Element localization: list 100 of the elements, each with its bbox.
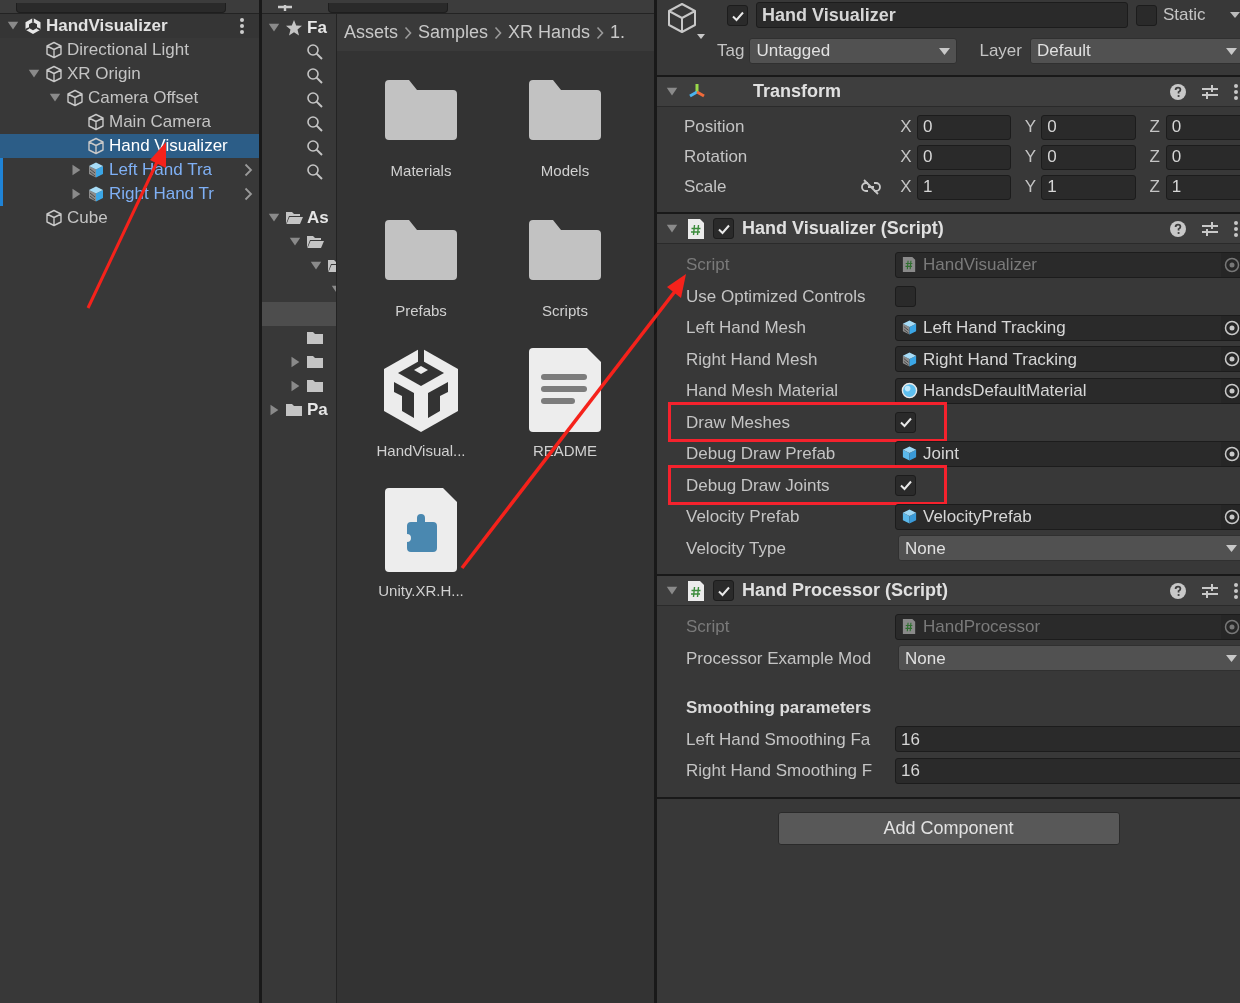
- dropdown[interactable]: None: [898, 645, 1240, 672]
- checkbox[interactable]: [895, 474, 916, 496]
- number-field[interactable]: 0: [1041, 114, 1136, 140]
- search-icon: [306, 43, 324, 61]
- help-icon[interactable]: [1170, 220, 1186, 237]
- number-field[interactable]: 0: [1041, 144, 1136, 170]
- add-component-button[interactable]: Add Component: [777, 811, 1120, 845]
- number-field[interactable]: 0: [1165, 144, 1240, 170]
- axis-label: Y: [1023, 146, 1037, 169]
- presets-icon[interactable]: [1202, 220, 1218, 237]
- layer-dropdown[interactable]: Default: [1029, 38, 1240, 64]
- number-field[interactable]: 1: [1041, 174, 1136, 200]
- asset-label[interactable]: Scripts: [542, 300, 588, 323]
- hierarchy-item[interactable]: Cube: [0, 206, 259, 230]
- target-icon[interactable]: [1224, 319, 1240, 336]
- target-icon[interactable]: [1224, 351, 1240, 368]
- object-field[interactable]: HandsDefaultMaterial: [895, 377, 1240, 404]
- script-file-icon: [687, 579, 705, 602]
- presets-icon[interactable]: [1202, 582, 1218, 599]
- axis-label: Z: [1148, 146, 1161, 169]
- axis-label: Z: [1148, 176, 1161, 199]
- hierarchy-item[interactable]: XR Origin: [0, 62, 259, 86]
- puzzle-document-icon[interactable]: [385, 488, 457, 572]
- folder-icon[interactable]: [385, 80, 457, 140]
- prefab-cube-icon: [901, 350, 918, 368]
- document-icon[interactable]: [529, 348, 601, 432]
- search-icon: [306, 67, 324, 85]
- dropdown[interactable]: None: [898, 535, 1240, 562]
- asset-label[interactable]: Materials: [390, 160, 452, 183]
- object-field[interactable]: Joint: [895, 440, 1240, 467]
- property-label: Draw Meshes: [685, 411, 791, 434]
- component-header[interactable]: Hand Visualizer (Script): [657, 214, 1240, 244]
- chevron-right-icon[interactable]: [244, 187, 253, 201]
- enabled-checkbox[interactable]: [713, 218, 734, 239]
- property-label: Hand Mesh Material: [685, 380, 840, 402]
- hierarchy-item[interactable]: Directional Light: [0, 38, 259, 62]
- number-field[interactable]: 1: [1165, 174, 1240, 200]
- component-header[interactable]: Hand Processor (Script): [657, 576, 1240, 606]
- project-tree-item[interactable]: Pa: [262, 398, 336, 422]
- property-label: Position: [684, 116, 745, 139]
- tag-dropdown[interactable]: Untagged: [749, 38, 958, 64]
- search-field[interactable]: [328, 3, 448, 13]
- project-tree-item[interactable]: Fa: [262, 16, 336, 40]
- help-icon[interactable]: [1170, 582, 1186, 599]
- sphere-icon: [901, 382, 918, 400]
- presets-icon[interactable]: [1202, 83, 1218, 100]
- name-field[interactable]: Hand Visualizer: [756, 2, 1128, 28]
- checkbox[interactable]: [895, 285, 916, 307]
- asset-label[interactable]: Models: [540, 160, 590, 183]
- folder-icon[interactable]: [529, 80, 601, 140]
- number-field[interactable]: 0: [917, 114, 1012, 140]
- more-options-icon[interactable]: [1234, 83, 1238, 100]
- folder-icon[interactable]: [529, 220, 601, 280]
- target-icon[interactable]: [1224, 382, 1240, 399]
- search-field[interactable]: [16, 3, 226, 13]
- hierarchy-item[interactable]: Main Camera: [0, 110, 259, 134]
- asset-label[interactable]: Unity.XR.H...: [378, 580, 464, 603]
- asset-label[interactable]: HandVisual...: [376, 440, 466, 463]
- target-icon[interactable]: [1224, 508, 1240, 525]
- chevron-right-icon[interactable]: [244, 163, 253, 177]
- more-options-icon[interactable]: [239, 17, 245, 35]
- breadcrumb-link[interactable]: XR Hands: [508, 19, 591, 46]
- search-icon: [306, 163, 324, 181]
- enabled-checkbox[interactable]: [713, 580, 734, 601]
- axis-label: X: [899, 146, 913, 169]
- broken-link-icon[interactable]: [861, 179, 881, 195]
- number-field[interactable]: 1: [917, 174, 1012, 200]
- plus-icon[interactable]: [278, 5, 292, 13]
- number-field[interactable]: 0: [1165, 114, 1240, 140]
- caret-down-icon[interactable]: [1230, 12, 1240, 18]
- folder-icon[interactable]: [385, 220, 457, 280]
- object-field[interactable]: Right Hand Tracking: [895, 346, 1240, 373]
- asset-label[interactable]: Prefabs: [395, 300, 447, 323]
- folder-icon: [306, 329, 324, 347]
- more-options-icon[interactable]: [1234, 582, 1238, 599]
- help-icon[interactable]: [1170, 83, 1186, 100]
- object-field[interactable]: Left Hand Tracking: [895, 314, 1240, 341]
- checkbox[interactable]: [895, 411, 916, 433]
- project-tree-item[interactable]: As: [262, 206, 336, 230]
- hierarchy-item[interactable]: Camera Offset: [0, 86, 259, 110]
- hierarchy-item[interactable]: Hand Visualizer: [0, 134, 259, 158]
- open-folder-icon: [285, 209, 303, 227]
- component-header[interactable]: Transform: [657, 77, 1240, 107]
- target-icon[interactable]: [1224, 445, 1240, 462]
- property-label: Use Optimized Controls: [685, 285, 867, 308]
- unity-logo-icon: [24, 17, 42, 35]
- static-checkbox[interactable]: [1136, 5, 1157, 26]
- breadcrumb-link[interactable]: 1.: [610, 19, 626, 46]
- property-label: Velocity Type: [685, 537, 787, 560]
- number-field[interactable]: 0: [917, 144, 1012, 170]
- active-checkbox[interactable]: [727, 5, 748, 26]
- chevron-right-icon: [404, 25, 413, 40]
- number-field[interactable]: 16: [895, 726, 1240, 753]
- unity-logo-icon[interactable]: [384, 348, 458, 432]
- number-field[interactable]: 16: [895, 757, 1240, 784]
- more-options-icon[interactable]: [1234, 220, 1238, 237]
- object-field[interactable]: VelocityPrefab: [895, 503, 1240, 530]
- breadcrumb-link[interactable]: Assets: [344, 19, 399, 46]
- cube-outline-icon: [45, 209, 63, 227]
- breadcrumb-link[interactable]: Samples: [418, 19, 489, 46]
